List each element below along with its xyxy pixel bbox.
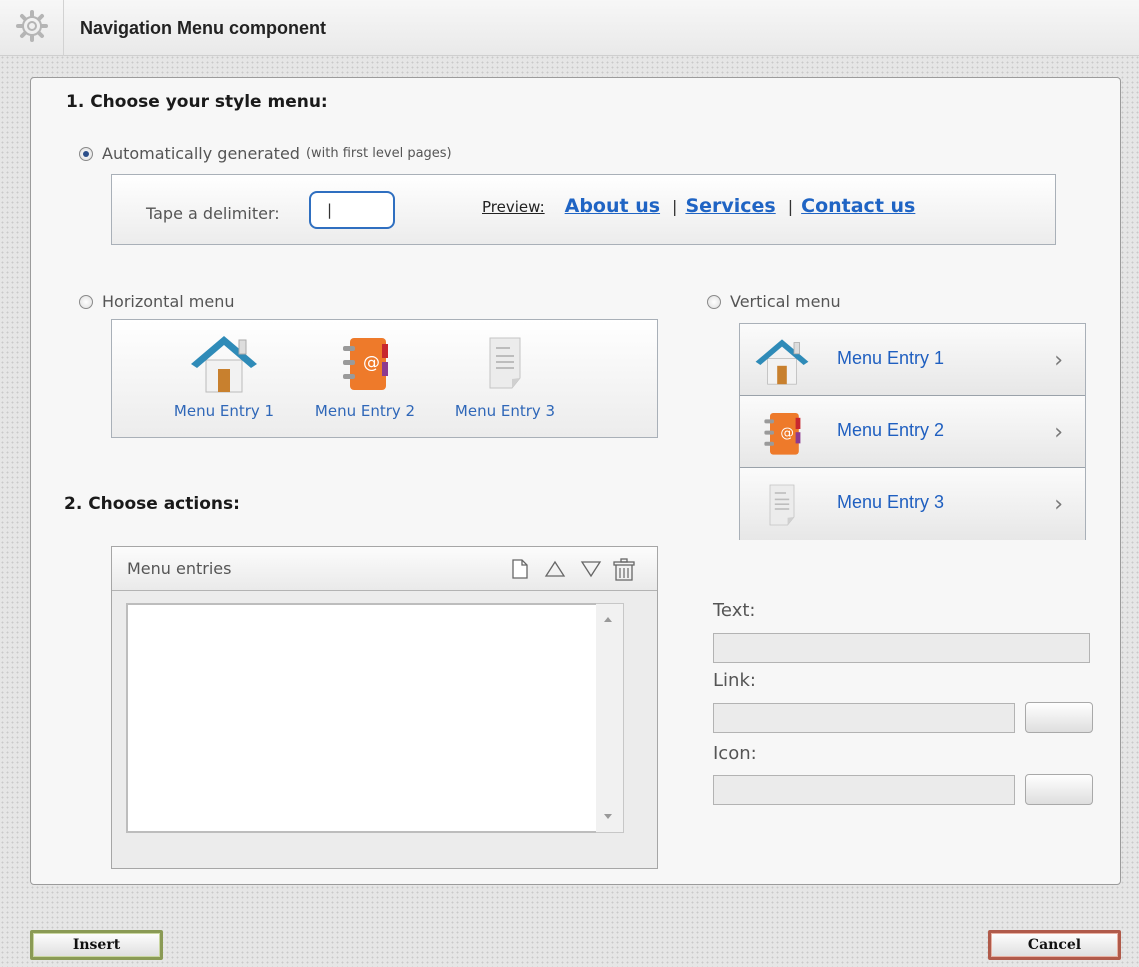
chevron-right-icon: › (1054, 348, 1063, 373)
horizontal-menu-preview: Menu Entry 1 @ Menu Entry 2 Menu Entry 3 (111, 319, 658, 438)
menu-entries-title: Menu entries (127, 559, 232, 578)
vertical-entry-label: Menu Entry 3 (837, 492, 945, 512)
address-book-icon: @ (764, 413, 801, 455)
vertical-entry-3[interactable]: Menu Entry 3 › (740, 468, 1085, 540)
preview-separator: | (787, 197, 794, 216)
link-field-label: Link: (713, 670, 756, 691)
home-icon (191, 336, 257, 393)
vertical-entry-label: Menu Entry 2 (837, 420, 945, 440)
horizontal-menu-label: Horizontal menu (102, 292, 235, 311)
horizontal-entry-1[interactable]: Menu Entry 1 (164, 332, 284, 420)
horizontal-entry-label: Menu Entry 2 (314, 402, 416, 420)
preview-separator: | (672, 197, 678, 216)
preview-link-about-us[interactable]: About us (565, 195, 660, 217)
horizontal-menu-radio[interactable] (79, 294, 93, 309)
link-browse-button[interactable] (1025, 702, 1093, 733)
menu-entries-panel: Menu entries (111, 546, 658, 869)
menu-entries-header: Menu entries (112, 547, 657, 591)
vertical-menu-preview: Menu Entry 1 › @ Menu Entry 2 › Menu Ent… (739, 323, 1086, 540)
horizontal-entry-2[interactable]: @ Menu Entry 2 (305, 332, 425, 420)
preview-label: Preview: (482, 198, 545, 216)
trash-icon[interactable] (612, 558, 636, 582)
svg-text:@: @ (363, 353, 380, 373)
section-2-heading: 2. Choose actions: (64, 494, 240, 514)
move-up-icon[interactable] (544, 558, 566, 580)
auto-generated-radio[interactable] (79, 146, 93, 161)
menu-entries-list[interactable] (126, 603, 610, 833)
svg-text:@: @ (780, 425, 794, 441)
delimiter-input[interactable]: | (309, 191, 395, 229)
address-book-icon: @ (343, 338, 388, 390)
document-icon (769, 484, 795, 526)
scroll-down-arrow-icon[interactable] (604, 814, 612, 819)
gear-icon-box (0, 0, 64, 56)
auto-generated-box: Tape a delimiter: | Preview: About us | … (111, 174, 1056, 245)
preview: Preview: About us | Services | Contact u… (482, 195, 915, 217)
text-field-label: Text: (713, 600, 756, 621)
chevron-right-icon: › (1054, 492, 1063, 517)
document-icon (489, 337, 521, 389)
vertical-entry-2[interactable]: @ Menu Entry 2 › (740, 396, 1085, 468)
menu-entries-scrollbar[interactable] (596, 603, 624, 833)
move-down-icon[interactable] (580, 558, 602, 580)
dialog-titlebar: Navigation Menu component (0, 0, 1139, 56)
vertical-entry-1[interactable]: Menu Entry 1 › (740, 324, 1085, 396)
horizontal-entry-3[interactable]: Menu Entry 3 (445, 332, 565, 420)
chevron-right-icon: › (1054, 420, 1063, 445)
auto-generated-hint: (with first level pages) (305, 146, 452, 161)
icon-browse-button[interactable] (1025, 774, 1093, 805)
vertical-entry-label: Menu Entry 1 (837, 348, 945, 368)
text-field[interactable] (713, 633, 1090, 663)
delimiter-label: Tape a delimiter: (146, 204, 280, 223)
section-1-heading: 1. Choose your style menu: (66, 92, 328, 112)
icon-field[interactable] (713, 775, 1015, 805)
vertical-menu-label: Vertical menu (730, 292, 841, 311)
preview-link-services[interactable]: Services (685, 195, 775, 217)
auto-generated-option[interactable]: Automatically generated (with first leve… (79, 144, 452, 163)
cancel-button[interactable]: Cancel (988, 930, 1121, 960)
home-icon (755, 339, 809, 385)
vertical-menu-radio[interactable] (707, 294, 721, 309)
main-panel: 1. Choose your style menu: Automatically… (30, 77, 1121, 885)
gear-icon (16, 10, 48, 42)
scroll-up-arrow-icon[interactable] (604, 617, 612, 622)
icon-field-label: Icon: (713, 743, 757, 764)
vertical-menu-option[interactable]: Vertical menu (707, 292, 841, 311)
insert-button[interactable]: Insert (30, 930, 163, 960)
link-field[interactable] (713, 703, 1015, 733)
horizontal-entry-label: Menu Entry 1 (173, 402, 275, 420)
horizontal-menu-option[interactable]: Horizontal menu (79, 292, 235, 311)
auto-generated-label: Automatically generated (102, 144, 300, 163)
preview-link-contact-us[interactable]: Contact us (801, 195, 915, 217)
new-document-icon[interactable] (510, 558, 530, 580)
horizontal-entry-label: Menu Entry 3 (454, 402, 556, 420)
dialog-title: Navigation Menu component (80, 18, 327, 38)
